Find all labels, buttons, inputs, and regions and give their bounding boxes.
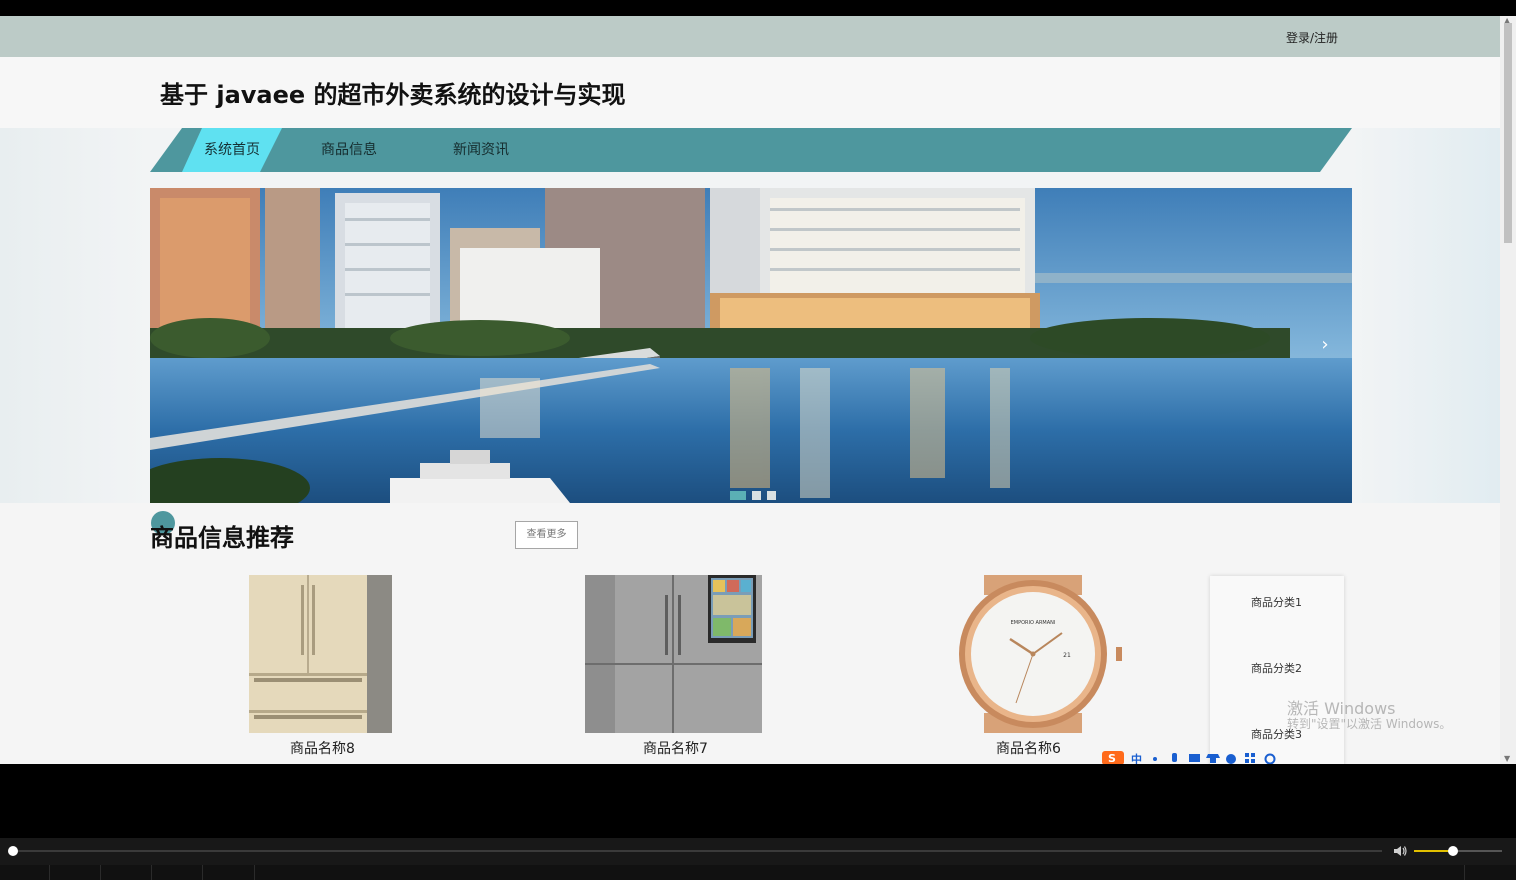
top-bar: 登录/注册: [0, 16, 1500, 57]
watch-date: 21: [1063, 652, 1071, 659]
main-nav: 系统首页 商品信息 新闻资讯: [150, 128, 1352, 172]
banner-image-city-waterfront: [150, 188, 1352, 503]
keyboard-icon: [1189, 754, 1200, 762]
carousel-dot-1[interactable]: [730, 491, 746, 500]
category-item[interactable]: 商品分类2: [1251, 660, 1302, 676]
product-name[interactable]: 商品名称6: [996, 738, 1061, 758]
settings-icon: [1264, 753, 1276, 764]
player-cell: [101, 865, 152, 880]
product-image-fridge[interactable]: [249, 575, 392, 733]
player-cell: [1464, 865, 1465, 880]
player-cell: [152, 865, 203, 880]
activation-watermark-text: 转到"设置"以激活 Windows。: [1287, 717, 1452, 731]
seek-knob[interactable]: [8, 846, 18, 856]
player-cell: [0, 865, 50, 880]
player-cell: [203, 865, 255, 880]
category-panel: 商品分类1 商品分类2 商品分类3: [1210, 576, 1344, 764]
scroll-thumb[interactable]: [1504, 23, 1512, 243]
seek-bar[interactable]: [12, 850, 1382, 852]
nav-item-news[interactable]: 新闻资讯: [442, 128, 520, 172]
login-register-link[interactable]: 登录/注册: [1286, 29, 1338, 46]
view-more-button[interactable]: 查看更多: [515, 521, 578, 549]
player-status-row: [0, 865, 1516, 880]
volume-level: [1414, 850, 1449, 852]
browser-viewport: 登录/注册 基于 javaee 的超市外卖系统的设计与实现 系统首页 商品信息 …: [0, 16, 1516, 764]
player-cell: [50, 865, 101, 880]
ime-toolbar-icons: S 中: [1102, 751, 1276, 764]
banner-carousel[interactable]: ›: [150, 188, 1352, 503]
carousel-dot-3[interactable]: [767, 491, 776, 500]
ime-lang-label: 中: [1131, 752, 1142, 764]
toolbox-icon: [1245, 753, 1249, 757]
carousel-dot-2[interactable]: [752, 491, 761, 500]
product-name[interactable]: 商品名称8: [290, 738, 355, 758]
screen: 登录/注册 基于 javaee 的超市外卖系统的设计与实现 系统首页 商品信息 …: [0, 0, 1516, 880]
shirt-icon: [1206, 754, 1220, 763]
site-title: 基于 javaee 的超市外卖系统的设计与实现: [160, 81, 626, 109]
vertical-scrollbar[interactable]: ▲ ▼: [1500, 16, 1516, 764]
emoji-icon: [1226, 754, 1236, 764]
section-title: 商品信息推荐: [150, 524, 294, 552]
watch-brand: EMPORIO ARMANI: [1011, 620, 1056, 626]
punctuation-icon: [1153, 757, 1157, 761]
microphone-icon: [1172, 753, 1177, 762]
svg-text:S: S: [1108, 752, 1116, 764]
product-image-watch[interactable]: EMPORIO ARMANI 21: [944, 575, 1122, 733]
category-item[interactable]: 商品分类1: [1251, 594, 1302, 610]
product-name[interactable]: 商品名称7: [643, 738, 708, 758]
title-area: 基于 javaee 的超市外卖系统的设计与实现: [0, 57, 1500, 128]
ime-toolbar[interactable]: S 中: [1100, 750, 1280, 764]
scroll-down-icon[interactable]: ▼: [1504, 754, 1510, 763]
video-player-controls: [0, 838, 1516, 880]
product-image-fridge[interactable]: [585, 575, 762, 733]
nav-item-goods[interactable]: 商品信息: [310, 128, 388, 172]
chevron-right-icon[interactable]: ›: [1314, 334, 1336, 356]
volume-knob[interactable]: [1448, 846, 1458, 856]
volume-icon[interactable]: [1392, 843, 1408, 859]
